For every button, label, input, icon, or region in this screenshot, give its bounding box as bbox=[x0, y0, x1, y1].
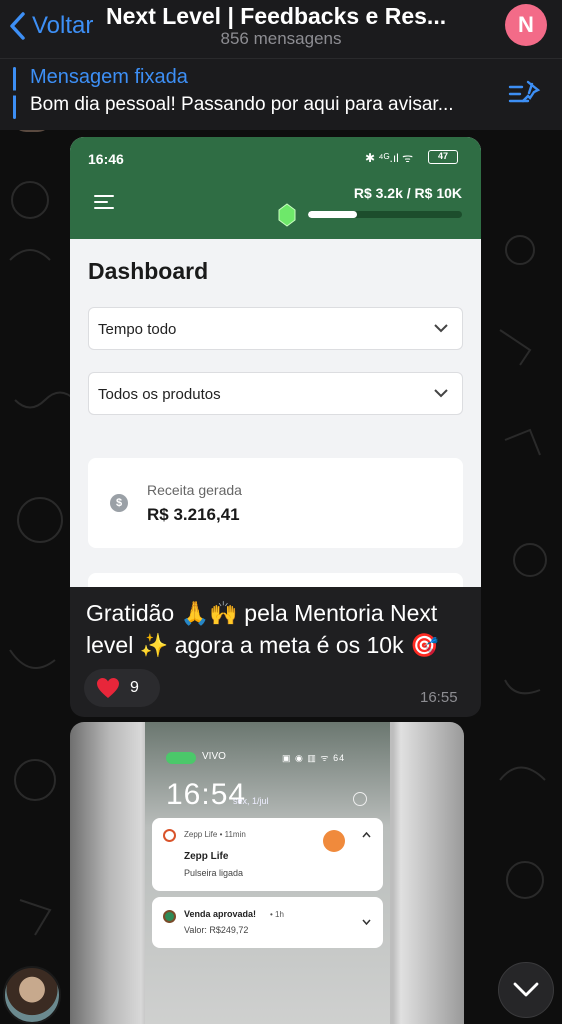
message-bubble[interactable]: 16:46 ✱ ⁴ᴳ.ıl ᯤ 47 R$ 3.2k / R$ 10K Dash… bbox=[70, 137, 481, 717]
goal-progress-fill bbox=[308, 211, 358, 218]
status-icons: ▣ ◉ ▥ ᯤ 64 bbox=[282, 753, 346, 763]
notification-body: Valor: R$249,72 bbox=[184, 925, 249, 935]
reaction-count: 9 bbox=[130, 679, 139, 696]
pinned-message-bar[interactable]: Mensagem fixada Bom dia pessoal! Passand… bbox=[0, 58, 562, 130]
notification-title: Zepp Life bbox=[184, 851, 229, 862]
chevron-up-icon bbox=[362, 832, 371, 838]
group-avatar[interactable]: N bbox=[505, 4, 547, 46]
chevron-down-icon bbox=[434, 324, 448, 333]
gem-icon bbox=[278, 203, 296, 227]
battery-icon: 47 bbox=[428, 150, 458, 164]
chat-header: Voltar Next Level | Feedbacks e Res... 8… bbox=[0, 0, 562, 58]
message-caption: Gratidão 🙏🙌 pela Mentoria Next level ✨ a… bbox=[86, 600, 439, 658]
revenue-card: $ Receita gerada R$ 3.216,41 bbox=[88, 458, 463, 548]
heart-icon bbox=[97, 678, 119, 698]
next-card bbox=[88, 573, 463, 587]
attached-screenshot[interactable]: 16:46 ✱ ⁴ᴳ.ıl ᯤ 47 R$ 3.2k / R$ 10K Dash… bbox=[70, 137, 481, 587]
sale-app-icon bbox=[163, 910, 176, 923]
pinned-text: Bom dia pessoal! Passando por aqui para … bbox=[30, 94, 454, 115]
scroll-to-bottom-button[interactable] bbox=[498, 962, 554, 1018]
chevron-down-icon bbox=[513, 982, 539, 997]
notification-title: Venda aprovada! bbox=[184, 909, 257, 919]
carrier-label: VIVO bbox=[202, 751, 226, 762]
heart-reaction[interactable]: 9 bbox=[84, 669, 160, 707]
zepp-app-icon bbox=[163, 829, 176, 842]
attached-lockscreen-screenshot[interactable]: VIVO ▣ ◉ ▥ ᯤ 64 16:54 sex, 1/jul Zepp Li… bbox=[145, 722, 390, 1024]
message-time: 16:55 bbox=[420, 689, 458, 706]
pin-list-icon[interactable] bbox=[508, 78, 542, 108]
dollar-icon: $ bbox=[110, 494, 128, 512]
call-pill bbox=[166, 752, 196, 764]
notification-meta: Zepp Life • 11min bbox=[184, 830, 246, 839]
status-icons: ✱ ⁴ᴳ.ıl ᯤ bbox=[365, 151, 414, 165]
notification-card: Zepp Life • 11min Zepp Life Pulseira lig… bbox=[152, 818, 383, 891]
period-select: Tempo todo bbox=[88, 307, 463, 350]
chat-title[interactable]: Next Level | Feedbacks e Res... bbox=[106, 3, 446, 30]
period-select-label: Tempo todo bbox=[98, 321, 177, 338]
goal-text: R$ 3.2k / R$ 10K bbox=[353, 185, 462, 201]
revenue-value: R$ 3.216,41 bbox=[147, 505, 240, 524]
hamburger-menu-icon bbox=[94, 195, 114, 209]
pinned-indicator bbox=[13, 67, 16, 119]
revenue-label: Receita gerada bbox=[147, 482, 242, 498]
products-select: Todos os produtos bbox=[88, 372, 463, 415]
notification-image bbox=[323, 830, 345, 852]
notification-body: Pulseira ligada bbox=[184, 868, 244, 878]
message-bubble[interactable]: VIVO ▣ ◉ ▥ ᯤ 64 16:54 sex, 1/jul Zepp Li… bbox=[70, 722, 464, 1024]
dashboard-title: Dashboard bbox=[88, 258, 209, 284]
notification-meta: • 1h bbox=[270, 910, 284, 919]
lockscreen-date: sex, 1/jul bbox=[233, 796, 269, 806]
chevron-down-icon bbox=[434, 389, 448, 398]
member-count: 856 mensagens bbox=[220, 29, 342, 48]
pinned-title: Mensagem fixada bbox=[30, 66, 188, 88]
goal-progress-bar bbox=[308, 211, 462, 218]
lockscreen-clock: 16:54 bbox=[166, 778, 247, 811]
notification-card: Venda aprovada! • 1h Valor: R$249,72 bbox=[152, 897, 383, 948]
chevron-down-icon bbox=[362, 919, 371, 925]
status-time: 16:46 bbox=[88, 151, 124, 167]
products-select-label: Todos os produtos bbox=[98, 386, 221, 403]
settings-icon bbox=[353, 792, 367, 806]
sender-avatar[interactable] bbox=[3, 966, 61, 1024]
